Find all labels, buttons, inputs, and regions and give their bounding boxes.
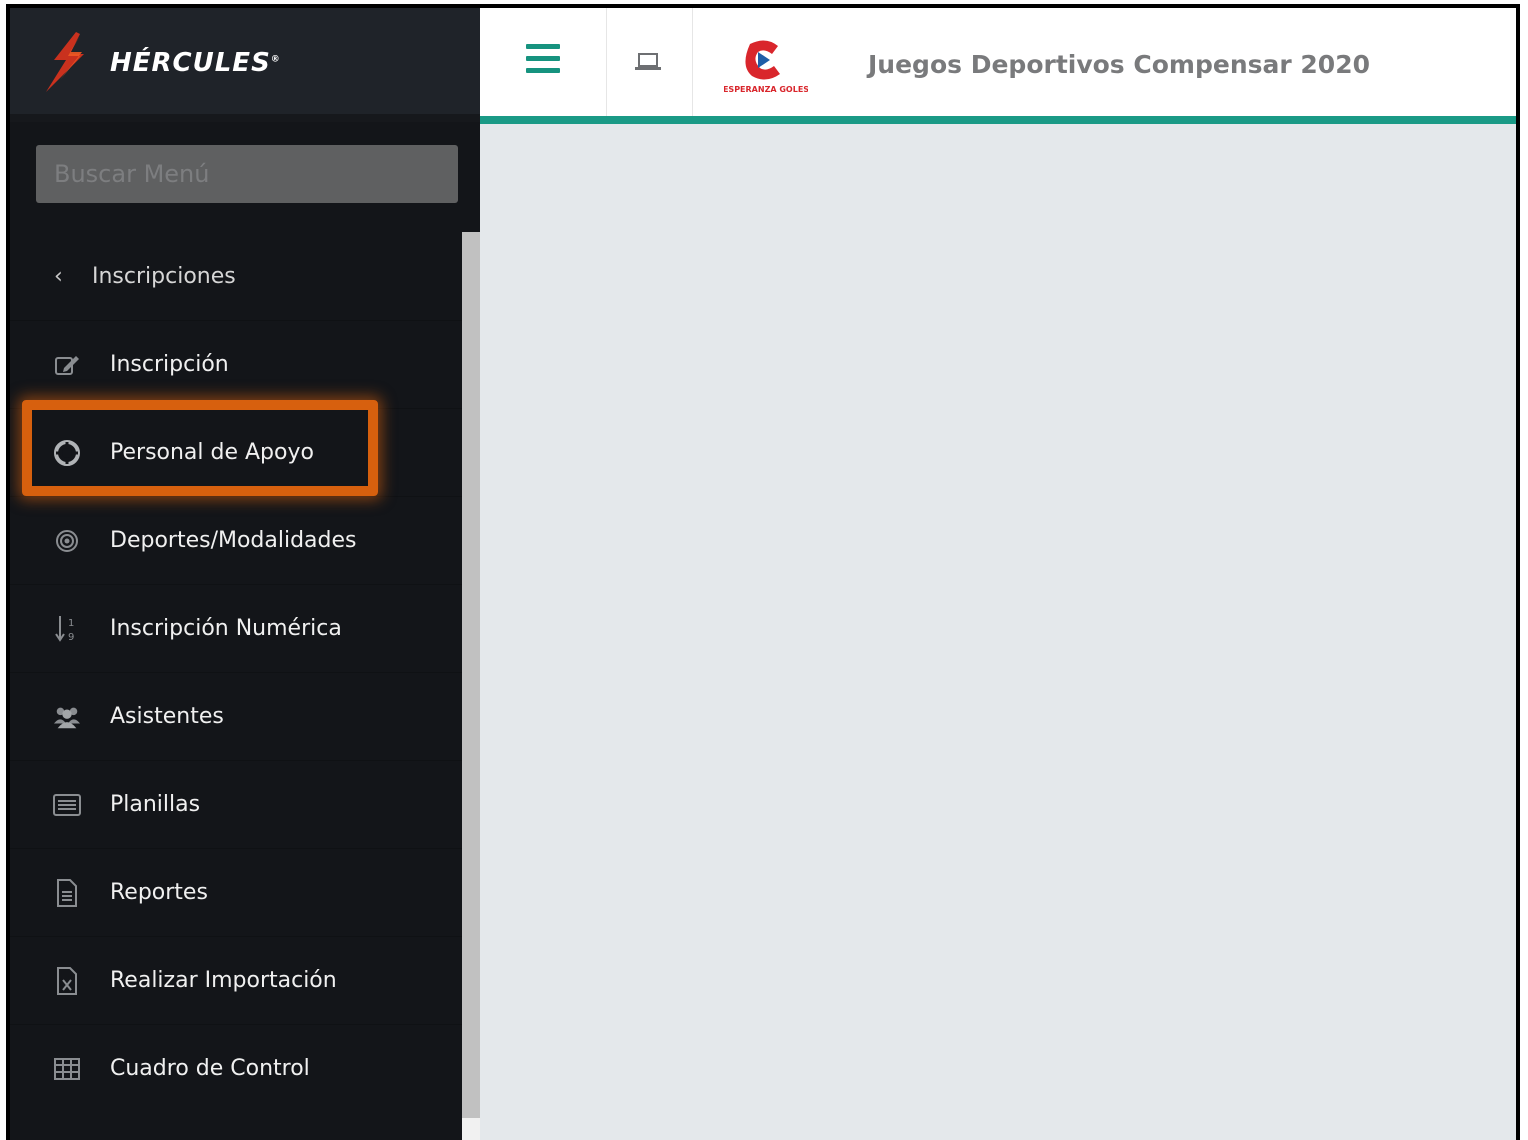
sidebar-item-asistentes[interactable]: Asistentes xyxy=(10,672,462,760)
sidebar-item-label: Cuadro de Control xyxy=(110,1056,310,1081)
edit-icon xyxy=(53,351,81,379)
laptop-icon[interactable] xyxy=(634,52,662,72)
sidebar-scrollbar[interactable] xyxy=(462,232,480,1140)
navbar-divider xyxy=(692,8,693,116)
file-excel-icon xyxy=(53,966,81,995)
list-alt-icon xyxy=(53,791,81,819)
menu-back-inscripciones[interactable]: ‹ Inscripciones xyxy=(10,232,462,320)
sidebar-item-reportes[interactable]: Reportes xyxy=(10,848,462,936)
sidebar-item-label: Reportes xyxy=(110,880,208,905)
table-icon xyxy=(53,1055,81,1083)
brand-header[interactable]: HÉRCULES® xyxy=(10,8,480,122)
menu-back-label: Inscripciones xyxy=(92,263,236,289)
hamburger-menu-icon[interactable] xyxy=(526,44,560,74)
file-text-icon xyxy=(53,878,81,907)
scrollbar-thumb[interactable] xyxy=(462,1118,480,1140)
hercules-logo-icon xyxy=(46,32,84,92)
chevron-left-icon: ‹ xyxy=(54,263,63,289)
sidebar-item-personal-de-apoyo[interactable]: Personal de Apoyo xyxy=(10,408,462,496)
sidebar-item-deportes-modalidades[interactable]: Deportes/Modalidades xyxy=(10,496,462,584)
sidebar-menu: ‹ Inscripciones Inscripción Personal de … xyxy=(10,232,462,1112)
sidebar-item-label: Planillas xyxy=(110,792,201,817)
sidebar-item-inscripcion[interactable]: Inscripción xyxy=(10,320,462,408)
users-icon xyxy=(53,703,81,731)
sidebar-item-inscripcion-numerica[interactable]: 19 Inscripción Numérica xyxy=(10,584,462,672)
main-content-area xyxy=(480,124,1516,1140)
life-ring-icon xyxy=(53,439,81,467)
svg-text:ESPERANZA GOLES: ESPERANZA GOLES xyxy=(724,85,808,94)
sidebar-item-label: Personal de Apoyo xyxy=(110,440,314,465)
sidebar-item-planillas[interactable]: Planillas xyxy=(10,760,462,848)
club-logo-icon[interactable]: ESPERANZA GOLES xyxy=(724,38,808,94)
app-window: HÉRCULES® ‹ Inscripciones Inscripción xyxy=(6,4,1520,1140)
sidebar-item-cuadro-de-control[interactable]: Cuadro de Control xyxy=(10,1024,462,1112)
sidebar-item-label: Inscripción Numérica xyxy=(110,616,342,641)
svg-text:9: 9 xyxy=(68,632,74,643)
sidebar-item-label: Inscripción xyxy=(110,352,229,377)
top-navbar: ESPERANZA GOLES Juegos Deportivos Compen… xyxy=(480,8,1516,124)
bullseye-icon xyxy=(53,527,81,555)
sidebar-item-label: Deportes/Modalidades xyxy=(110,528,357,553)
sidebar-item-label: Asistentes xyxy=(110,704,224,729)
search-menu-input[interactable] xyxy=(36,145,458,203)
svg-text:1: 1 xyxy=(68,618,74,629)
sort-numeric-icon: 19 xyxy=(53,615,81,643)
brand-name: HÉRCULES® xyxy=(110,48,281,78)
sidebar: HÉRCULES® ‹ Inscripciones Inscripción xyxy=(10,8,480,1140)
sidebar-item-label: Realizar Importación xyxy=(110,968,337,993)
app-title: Juegos Deportivos Compensar 2020 xyxy=(868,50,1370,79)
navbar-divider xyxy=(606,8,607,116)
sidebar-item-realizar-importacion[interactable]: Realizar Importación xyxy=(10,936,462,1024)
